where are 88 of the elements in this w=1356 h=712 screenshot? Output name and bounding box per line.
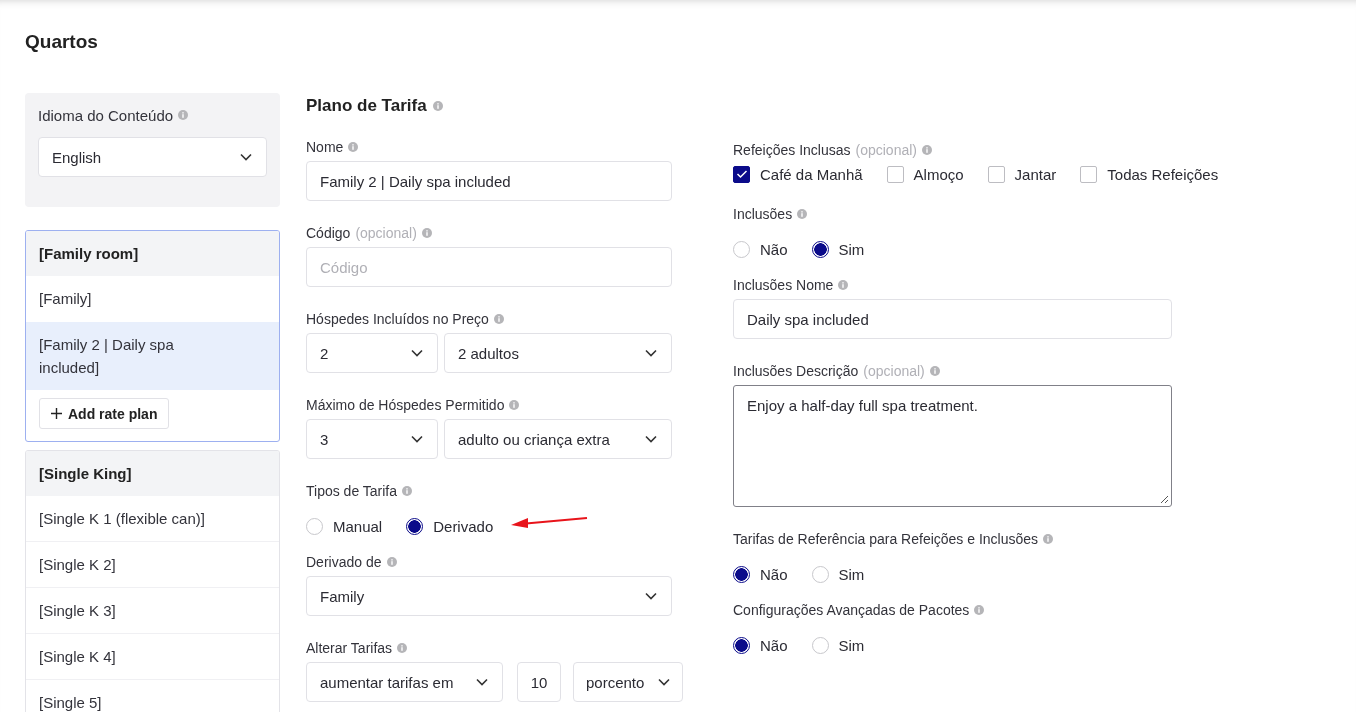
room-name[interactable]: [Single King] — [26, 451, 279, 496]
checkbox[interactable] — [1080, 165, 1098, 183]
field-label: Tipos de Tarifa — [306, 483, 398, 499]
info-icon — [974, 605, 985, 615]
rate-plan-item[interactable]: [Single K 1 (flexible can)] — [26, 496, 279, 542]
field-label: Alterar Tarifas — [306, 640, 393, 656]
rate-plan-item[interactable]: [Family] — [26, 276, 279, 322]
language-dropdown[interactable]: English — [38, 137, 267, 177]
optional-hint: (opcional) — [855, 142, 917, 158]
info-icon — [922, 145, 932, 155]
text-field[interactable]: Family 2 | Daily spa included — [306, 161, 672, 201]
field-label: Hóspedes Incluídos no Preço — [306, 311, 489, 327]
info-icon — [386, 557, 397, 567]
info-icon — [432, 101, 443, 111]
chevron-down-icon — [411, 349, 423, 357]
rate-plan-item[interactable]: [Single 5] — [26, 680, 279, 712]
radio-button[interactable] — [733, 565, 750, 583]
radio-label: Manual — [333, 517, 383, 535]
rate-plan-item[interactable]: [Family 2 | Daily spa included] — [26, 322, 279, 390]
field-label: Máximo de Hóspedes Permitido — [306, 397, 505, 413]
field-label: Refeições Inclusas — [733, 142, 851, 158]
checkbox-label: Almoço — [913, 165, 964, 183]
resize-grip-icon — [1160, 495, 1169, 504]
radio-label: Não — [760, 240, 788, 258]
info-icon — [838, 280, 849, 290]
dropdown[interactable]: porcento — [573, 662, 683, 702]
section-title: Plano de Tarifa — [306, 96, 427, 116]
info-icon — [402, 486, 413, 496]
field-label: Inclusões Descrição — [733, 363, 859, 379]
dropdown[interactable]: 2 adultos — [444, 333, 672, 373]
info-icon — [421, 228, 432, 238]
field-label: Idioma do Conteúdo — [38, 106, 174, 124]
field-label: Inclusões Nome — [733, 277, 834, 293]
chevron-down-icon — [645, 435, 657, 443]
checkbox[interactable] — [733, 165, 750, 183]
radio-label: Derivado — [433, 517, 494, 535]
checkbox[interactable] — [987, 165, 1005, 183]
field-label: Tarifas de Referência para Refeições e Inclusões — [733, 531, 1039, 547]
optional-hint: (opcional) — [863, 363, 925, 379]
field-label: Código — [306, 225, 351, 241]
info-icon — [509, 400, 520, 410]
radio-label: Não — [760, 565, 788, 583]
field-label: Nome — [306, 139, 344, 155]
plus-icon — [51, 408, 62, 419]
rate-plan-item[interactable]: [Single K 4] — [26, 634, 279, 680]
text-area[interactable]: Enjoy a half-day full spa treatment. — [733, 385, 1172, 507]
radio-button[interactable] — [406, 517, 424, 535]
text-field[interactable]: Daily spa included — [733, 299, 1172, 339]
info-icon — [178, 110, 189, 120]
number-field[interactable]: 10 — [517, 662, 561, 702]
chevron-down-icon — [476, 678, 488, 686]
chevron-down-icon — [645, 592, 657, 600]
dropdown[interactable]: 2 — [306, 333, 438, 373]
checkbox-label: Todas Refeições — [1107, 165, 1219, 183]
dropdown[interactable]: Family — [306, 576, 672, 616]
dropdown[interactable]: 3 — [306, 419, 438, 459]
info-icon — [797, 209, 808, 219]
chevron-down-icon — [645, 349, 657, 357]
rate-plan-item[interactable]: [Single K 3] — [26, 588, 279, 634]
info-icon — [1043, 534, 1054, 544]
dropdown[interactable]: aumentar tarifas em — [306, 662, 503, 702]
optional-hint: (opcional) — [355, 225, 417, 241]
radio-button[interactable] — [811, 240, 829, 258]
radio-button[interactable] — [733, 636, 750, 654]
dropdown[interactable]: adulto ou criança extra — [444, 419, 672, 459]
field-label: Inclusões — [733, 206, 793, 222]
radio-label: Sim — [838, 240, 865, 258]
info-icon — [929, 366, 940, 376]
chevron-down-icon — [240, 153, 252, 161]
rate-plan-item[interactable]: [Single K 2] — [26, 542, 279, 588]
text-field[interactable]: Código — [306, 247, 672, 287]
checkbox-label: Café da Manhã — [760, 165, 863, 183]
add-rate-plan-button[interactable]: Add rate plan — [39, 398, 170, 429]
chevron-down-icon — [658, 678, 670, 686]
checkbox[interactable] — [886, 165, 904, 183]
chevron-down-icon — [411, 435, 423, 443]
checkmark-icon — [735, 169, 748, 179]
radio-label: Sim — [838, 636, 865, 654]
field-label: Derivado de — [306, 554, 382, 570]
checkbox-label: Jantar — [1014, 165, 1057, 183]
field-label: Configurações Avançadas de Pacotes — [733, 602, 970, 618]
info-icon — [493, 314, 504, 324]
room-name[interactable]: [Family room] — [26, 231, 279, 276]
radio-label: Não — [760, 636, 788, 654]
info-icon — [397, 643, 408, 653]
page-title: Quartos — [24, 30, 99, 54]
radio-label: Sim — [838, 565, 865, 583]
info-icon — [348, 142, 359, 152]
